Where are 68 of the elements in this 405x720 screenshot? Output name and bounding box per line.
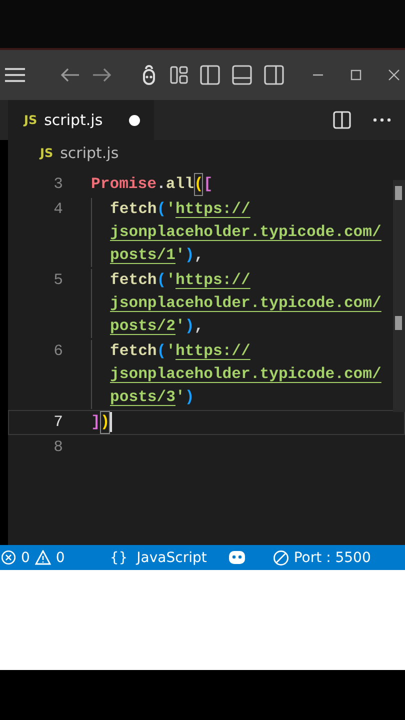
back-arrow-icon[interactable]: [60, 67, 80, 83]
line-number: 6: [54, 342, 63, 360]
code-token: .: [156, 174, 166, 195]
port-status[interactable]: Port : 5500: [294, 550, 371, 566]
unsaved-dot-icon[interactable]: [129, 114, 140, 126]
line-number: 8: [54, 438, 63, 456]
code-token: ): [184, 316, 194, 337]
code-token: ': [166, 341, 176, 362]
code-token: fetch: [110, 199, 157, 220]
more-icon[interactable]: [373, 118, 391, 122]
code-token: https://: [176, 199, 250, 220]
robot-icon[interactable]: [228, 550, 246, 565]
code-token: jsonplaceholder.typicode.com/: [110, 293, 382, 314]
robot-icon[interactable]: [140, 65, 158, 85]
menu-icon[interactable]: [4, 67, 26, 83]
forward-arrow-icon[interactable]: [92, 67, 112, 83]
code-token: (: [156, 270, 166, 291]
code-token: https://: [176, 270, 250, 291]
code-token: all: [166, 174, 194, 195]
code-token: ': [166, 199, 176, 220]
code-token: jsonplaceholder.typicode.com/: [110, 364, 382, 385]
code-token: ': [176, 387, 185, 408]
js-file-icon: JS: [40, 146, 54, 160]
error-count[interactable]: 0: [21, 550, 30, 566]
scrollbar[interactable]: [393, 180, 405, 412]
code-token: [: [203, 174, 213, 195]
panel-toggle-icon[interactable]: [232, 65, 252, 85]
text-cursor: [110, 412, 112, 432]
code-token: ,: [194, 316, 204, 337]
code-token: https://: [176, 341, 250, 362]
error-icon[interactable]: [1, 550, 16, 565]
layout-icon[interactable]: [170, 66, 188, 84]
braces-icon[interactable]: {}: [110, 550, 128, 566]
code-token: (: [194, 173, 204, 196]
close-icon[interactable]: [388, 69, 400, 81]
code-token: posts/2: [110, 316, 176, 337]
port-icon[interactable]: [272, 550, 289, 566]
line-number: 4: [54, 200, 63, 218]
code-token: ': [176, 316, 185, 337]
line-number: 5: [54, 271, 63, 289]
code-token: ]: [91, 412, 100, 433]
maximize-icon[interactable]: [350, 69, 362, 81]
breadcrumb-item[interactable]: script.js: [60, 144, 119, 162]
split-editor-icon[interactable]: [333, 111, 351, 129]
code-token: jsonplaceholder.typicode.com/: [110, 222, 382, 243]
tab-label: script.js: [44, 111, 103, 129]
editor-tab[interactable]: JS script.js: [8, 100, 154, 140]
code-token: ): [184, 387, 194, 408]
language-mode[interactable]: JavaScript: [136, 550, 207, 566]
line-number: 7: [54, 413, 63, 431]
code-token: ): [100, 411, 110, 434]
line-number: 3: [54, 175, 63, 193]
code-token: ': [166, 270, 176, 291]
code-token: fetch: [110, 341, 157, 362]
warning-count[interactable]: 0: [56, 550, 65, 566]
code-token: posts/1: [110, 245, 176, 266]
code-token: ,: [194, 245, 204, 266]
js-file-icon: JS: [24, 113, 38, 127]
code-token: ): [184, 245, 194, 266]
sidebar-toggle-icon[interactable]: [200, 65, 220, 85]
code-token: ': [176, 245, 185, 266]
code-token: posts/3: [110, 387, 176, 408]
code-token: (: [156, 199, 166, 220]
code-token: Promise: [91, 174, 157, 195]
warning-icon[interactable]: [34, 550, 51, 565]
code-token: fetch: [110, 270, 157, 291]
code-token: (: [156, 341, 166, 362]
secondary-sidebar-icon[interactable]: [264, 65, 284, 85]
